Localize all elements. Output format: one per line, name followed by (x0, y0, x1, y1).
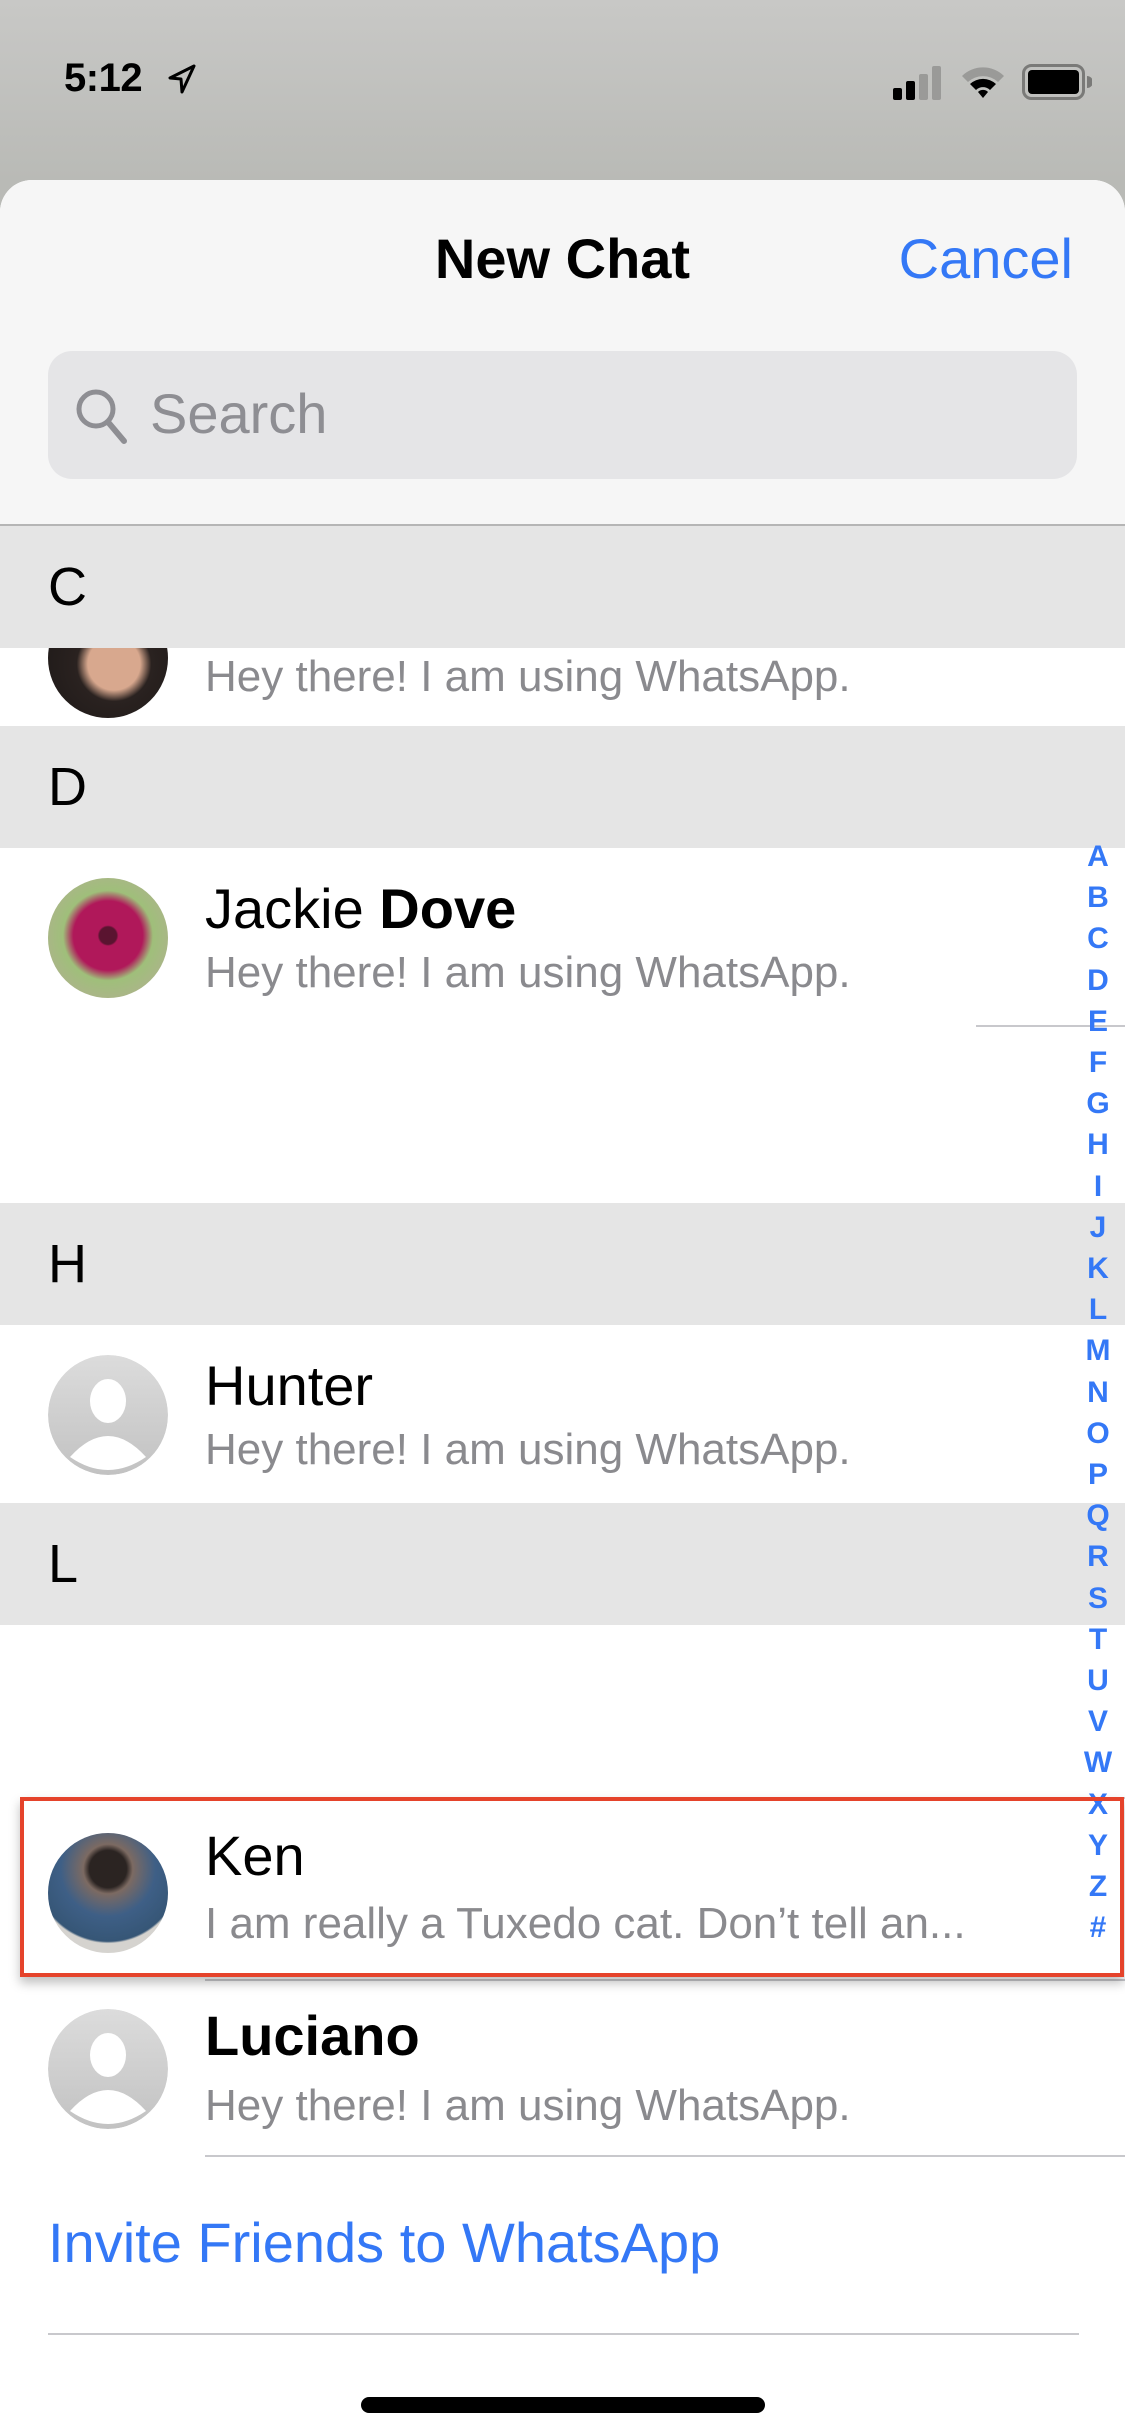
section-letter: C (48, 557, 87, 617)
index-letter[interactable]: G (1075, 1087, 1121, 1121)
index-letter[interactable]: N (1075, 1376, 1121, 1410)
index-letter[interactable]: J (1075, 1211, 1121, 1245)
contact-status: Hey there! I am using WhatsApp. (205, 2081, 851, 2130)
avatar (48, 878, 168, 998)
battery-icon (1022, 64, 1092, 100)
status-time: 5:12 (64, 56, 143, 100)
contact-row[interactable]: Hunter Hey there! I am using WhatsApp. (0, 1325, 1125, 1503)
index-letter[interactable]: S (1075, 1582, 1121, 1616)
default-avatar-icon (48, 2009, 168, 2129)
section-header-d: D (0, 726, 1125, 848)
index-letter[interactable]: X (1075, 1788, 1121, 1822)
index-letter[interactable]: A (1075, 840, 1121, 874)
index-letter[interactable]: O (1075, 1417, 1121, 1451)
index-letter[interactable]: # (1075, 1911, 1121, 1945)
contact-name: Hunter (205, 1354, 374, 1417)
sheet-header: New Chat Cancel Search (0, 180, 1125, 526)
section-letter: D (48, 757, 87, 817)
index-letter[interactable]: I (1075, 1170, 1121, 1204)
index-letter[interactable]: R (1075, 1540, 1121, 1574)
contact-status: Hey there! I am using WhatsApp. (205, 1425, 851, 1474)
avatar (48, 1833, 168, 1953)
index-letter[interactable]: W (1075, 1746, 1121, 1780)
avatar (48, 648, 168, 718)
contact-status: Hey there! I am using WhatsApp. (205, 948, 851, 997)
status-bar: 5:12 (0, 0, 1125, 150)
index-letter[interactable]: F (1075, 1046, 1121, 1080)
index-letter[interactable]: V (1075, 1705, 1121, 1739)
default-avatar-icon (48, 1355, 168, 1475)
search-input[interactable]: Search (48, 351, 1077, 479)
index-letter[interactable]: K (1075, 1252, 1121, 1286)
contact-status: Hey there! I am using WhatsApp. (205, 652, 851, 701)
section-header-c: C (0, 526, 1125, 648)
index-letter[interactable]: D (1075, 964, 1121, 998)
contact-name: Luciano (205, 2004, 420, 2067)
index-letter[interactable]: P (1075, 1458, 1121, 1492)
row-separator (205, 2155, 1125, 2157)
index-letter[interactable]: Z (1075, 1870, 1121, 1904)
home-indicator[interactable] (361, 2397, 765, 2413)
contact-name: Ken (205, 1824, 305, 1887)
index-letter[interactable]: H (1075, 1128, 1121, 1162)
contact-row-ken[interactable]: Ken I am really a Tuxedo cat. Don’t tell… (0, 1799, 1125, 1971)
section-letter: H (48, 1234, 87, 1294)
invite-friends-link[interactable]: Invite Friends to WhatsApp (48, 2210, 720, 2275)
empty-row (0, 1625, 1125, 1797)
contact-row[interactable]: Luciano Hey there! I am using WhatsApp. (0, 1981, 1125, 2155)
index-letter[interactable]: C (1075, 922, 1121, 956)
contact-status: I am really a Tuxedo cat. Don’t tell an.… (205, 1899, 966, 1948)
signal-icon (893, 66, 941, 100)
index-letter[interactable]: Q (1075, 1499, 1121, 1533)
contact-name: Jackie Dove (205, 877, 517, 940)
index-letter[interactable]: E (1075, 1005, 1121, 1039)
index-letter[interactable]: L (1075, 1293, 1121, 1327)
new-chat-sheet: New Chat Cancel Search C Hey there! I am… (0, 180, 1125, 2436)
search-icon (76, 389, 127, 444)
section-letter: L (48, 1534, 79, 1594)
index-letter[interactable]: U (1075, 1664, 1121, 1698)
index-letter[interactable]: B (1075, 881, 1121, 915)
contact-row[interactable]: Jackie Dove Hey there! I am using WhatsA… (0, 848, 1125, 1203)
section-header-l: L (0, 1503, 1125, 1625)
contact-row[interactable]: Hey there! I am using WhatsApp. (0, 648, 1125, 726)
search-placeholder: Search (150, 382, 328, 445)
wifi-icon (962, 67, 1004, 98)
section-header-h: H (0, 1203, 1125, 1325)
index-letter[interactable]: M (1075, 1334, 1121, 1368)
cancel-button[interactable]: Cancel (899, 226, 1073, 291)
index-letter[interactable]: Y (1075, 1829, 1121, 1863)
location-arrow-icon (168, 64, 196, 94)
index-letter[interactable]: T (1075, 1623, 1121, 1657)
footer-separator (48, 2333, 1079, 2335)
